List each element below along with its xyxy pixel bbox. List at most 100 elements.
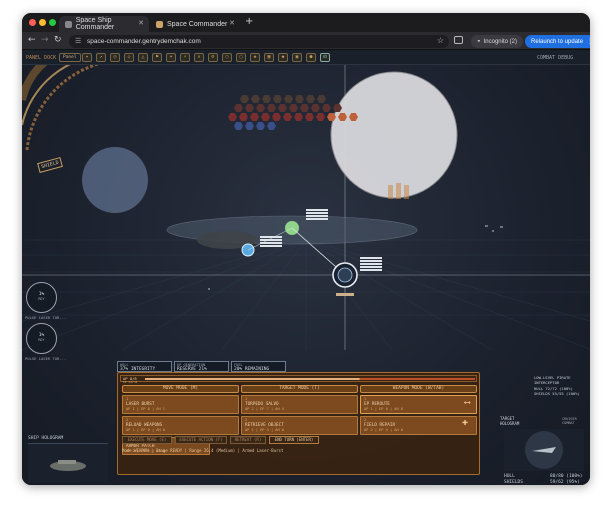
url-field[interactable]: ☰ space-commander.gentrydemchak.com ☆ bbox=[69, 35, 449, 48]
site-info-icon[interactable]: ☰ bbox=[75, 37, 81, 45]
weapon-gauge-2-caption: PULSE LASER TUR... bbox=[25, 356, 67, 361]
tab-title: Space Commander bbox=[167, 20, 228, 28]
tool-star-icon[interactable]: ✶ bbox=[166, 53, 176, 62]
tab-space-ship-commander[interactable]: Space Ship Commander ✕ bbox=[59, 16, 149, 32]
tool-diamond-icon[interactable]: ◆ bbox=[278, 53, 288, 62]
callout-blue bbox=[260, 236, 282, 248]
weapon-gauge-1-caption: PULSE LASER TUR... bbox=[25, 315, 67, 320]
incognito-label: Incognito (2) bbox=[483, 38, 517, 45]
action-laser-burst[interactable]: 1 LASER BURST AP 1 | EP 8 | AH 1 bbox=[122, 395, 239, 414]
retreat-button[interactable]: RETREAT (R) bbox=[230, 436, 266, 444]
tab-target-mode[interactable]: TARGET MODE (T) bbox=[241, 385, 358, 393]
target-hologram-title: TARGET HOLOGRAM bbox=[500, 416, 520, 426]
close-tab-icon[interactable]: ✕ bbox=[229, 19, 235, 27]
gauge-sub: RDY bbox=[38, 297, 45, 301]
tool-wrench-icon[interactable]: ✦ bbox=[82, 53, 92, 62]
forward-icon[interactable]: → bbox=[41, 35, 49, 45]
target-name: LOW-LEVEL PIRATE INTERCEPTOR bbox=[534, 375, 571, 385]
execute-move-button[interactable]: EXECUTE MOVE (E) bbox=[122, 436, 172, 444]
tab-weapon-mode[interactable]: WEAPON MODE (W/TAB) bbox=[360, 385, 477, 393]
panel-badge[interactable]: Panel bbox=[59, 53, 81, 62]
action-field-repair[interactable]: 2 FIELD REPAIR AP 2 | EP 4 | AH 0 ✚ bbox=[360, 416, 477, 435]
close-window-button[interactable] bbox=[29, 19, 36, 26]
tool-target-icon[interactable]: ◎ bbox=[110, 53, 120, 62]
tool-bell-icon[interactable]: △ bbox=[138, 53, 148, 62]
tool-arrow-icon[interactable]: ↗ bbox=[96, 53, 106, 62]
close-tab-icon[interactable]: ✕ bbox=[138, 19, 144, 27]
url-text: space-commander.gentrydemchak.com bbox=[87, 38, 201, 45]
gauge-sub: RDY bbox=[38, 338, 45, 342]
action-retrieve-object[interactable]: 2 RETRIEVE OBJECT AP 1 | EP 3 | AH 0 bbox=[241, 416, 358, 435]
action-cost: AP 2 | EP 4 | AH 0 bbox=[364, 428, 403, 432]
target-shields-bottom-label: SHIELDS bbox=[504, 480, 523, 485]
incognito-icon: ◓ bbox=[477, 38, 481, 45]
more-menu-icon[interactable]: ⋮ bbox=[587, 38, 590, 45]
game-canvas[interactable]: PANEL DOCK Panel ✦ ↗ ◎ ◇ △ ⚑ ✶ ⚡ ✕ ⚙ ○ ▢… bbox=[22, 50, 590, 485]
bookmark-star-icon[interactable]: ☆ bbox=[437, 36, 444, 45]
game-toolbar: PANEL DOCK Panel ✦ ↗ ◎ ◇ △ ⚑ ✶ ⚡ ✕ ⚙ ○ ▢… bbox=[22, 50, 590, 65]
tool-circle-icon[interactable]: ○ bbox=[222, 53, 232, 62]
action-reload-weapons[interactable]: 2 RELOAD WEAPONS AP 1 | EP 0 | AH 0 bbox=[122, 416, 239, 435]
ship-hologram-icon bbox=[50, 460, 86, 471]
tool-expand-icon[interactable]: ⊡ bbox=[320, 53, 330, 62]
hull-status: HULL 37% INTEGRITY bbox=[117, 361, 172, 372]
tab-move-mode[interactable]: MOVE MODE (M) bbox=[122, 385, 239, 393]
large-planet bbox=[331, 72, 457, 198]
back-icon[interactable]: ← bbox=[28, 35, 36, 45]
tool-bolt-icon[interactable]: ⚡ bbox=[180, 53, 190, 62]
action-cost: AP 1 | EP 3 | AH 0 bbox=[245, 428, 284, 432]
mode-status-line: Mode WEAPON | Stage READY | Range 26.4 (… bbox=[122, 448, 284, 453]
execute-action-button[interactable]: EXECUTE ACTION (F) bbox=[175, 436, 227, 444]
end-turn-button[interactable]: END TURN (ENTER) bbox=[269, 436, 319, 444]
small-planet bbox=[82, 147, 148, 213]
ep-label: EP 32/34 bbox=[123, 380, 138, 384]
weapon-gauge-2[interactable]: 1% RDY bbox=[26, 323, 57, 354]
action-cost: AP 1 | EP 8 | AH 1 bbox=[126, 407, 165, 411]
action-cost: AP 1 | EP 0 | AH 0 bbox=[126, 428, 165, 432]
target-shields-bottom-value: 59/62 (95%) bbox=[550, 480, 580, 485]
action-cost: AP 2 | EP 7 | AH 4 bbox=[245, 407, 284, 411]
ep-generation-status: EP GENERATION RESERVE 21% bbox=[174, 361, 229, 372]
ap-bar: AP 8/8 EP 32/34 bbox=[120, 375, 477, 384]
tool-gear-icon[interactable]: ⚙ bbox=[208, 53, 218, 62]
ap-fill bbox=[145, 378, 475, 380]
target-hologram-detail: CRUISER COMBAT bbox=[562, 417, 577, 426]
action-torpedo-salvo[interactable]: 1 TORPEDO SALVO AP 2 | EP 7 | AH 4 bbox=[241, 395, 358, 414]
combat-debug-button[interactable]: COMBAT DEBUG bbox=[537, 55, 573, 61]
tab-space-commander[interactable]: Space Commander ✕ bbox=[150, 16, 240, 32]
callout-waypoint bbox=[306, 209, 328, 221]
callout-target bbox=[360, 257, 382, 272]
reload-icon[interactable]: ↻ bbox=[54, 35, 62, 45]
globe-icon bbox=[65, 20, 72, 28]
repair-icon: ✚ bbox=[461, 417, 468, 428]
action-panel: AP 8/8 EP 32/34 MOVE MODE (M) TARGET MOD… bbox=[117, 372, 480, 475]
tool-grid-icon[interactable]: ▦ bbox=[264, 53, 274, 62]
target-ship-icon bbox=[525, 431, 563, 469]
new-tab-button[interactable]: + bbox=[245, 16, 253, 27]
relaunch-button[interactable]: Relaunch to update ⋮ bbox=[525, 35, 590, 48]
tool-dot-icon[interactable]: ● bbox=[306, 53, 316, 62]
tool-lock-icon[interactable]: ▣ bbox=[292, 53, 302, 62]
tool-flag-icon[interactable]: ⚑ bbox=[152, 53, 162, 62]
incognito-indicator[interactable]: ◓ Incognito (2) bbox=[471, 35, 523, 48]
target-hologram-view bbox=[504, 429, 584, 471]
tool-shield-icon[interactable]: ◇ bbox=[124, 53, 134, 62]
maximize-window-button[interactable] bbox=[49, 19, 56, 26]
tool-box-icon[interactable]: ▢ bbox=[236, 53, 246, 62]
ship-hologram-title: SHIP HOLOGRAM bbox=[28, 436, 64, 441]
tool-scan-icon[interactable]: ◈ bbox=[250, 53, 260, 62]
sidepanel-icon[interactable] bbox=[454, 36, 463, 44]
target-shields: SHIELDS 55/55 (100%) bbox=[534, 391, 580, 396]
minimize-window-button[interactable] bbox=[39, 19, 46, 26]
browser-window: Space Ship Commander ✕ Space Commander ✕… bbox=[22, 13, 590, 485]
fuel-status: FUEL 20% REMAINING bbox=[231, 361, 286, 372]
address-toolbar: ← → ↻ ☰ space-commander.gentrydemchak.co… bbox=[22, 32, 590, 50]
reroute-arrow-icon: ⟷ bbox=[464, 398, 470, 408]
rocket-icon bbox=[156, 20, 163, 28]
ship-hologram-view bbox=[28, 443, 108, 483]
weapon-gauge-1[interactable]: 1% RDY bbox=[26, 282, 57, 313]
panel-dock-label: PANEL DOCK bbox=[26, 55, 57, 61]
action-cost: AP 1 | EP 0 | AH 0 bbox=[364, 407, 403, 411]
action-ep-reroute[interactable]: 1 EP REROUTE AP 1 | EP 0 | AH 0 ⟷ bbox=[360, 395, 477, 414]
tool-cross-icon[interactable]: ✕ bbox=[194, 53, 204, 62]
